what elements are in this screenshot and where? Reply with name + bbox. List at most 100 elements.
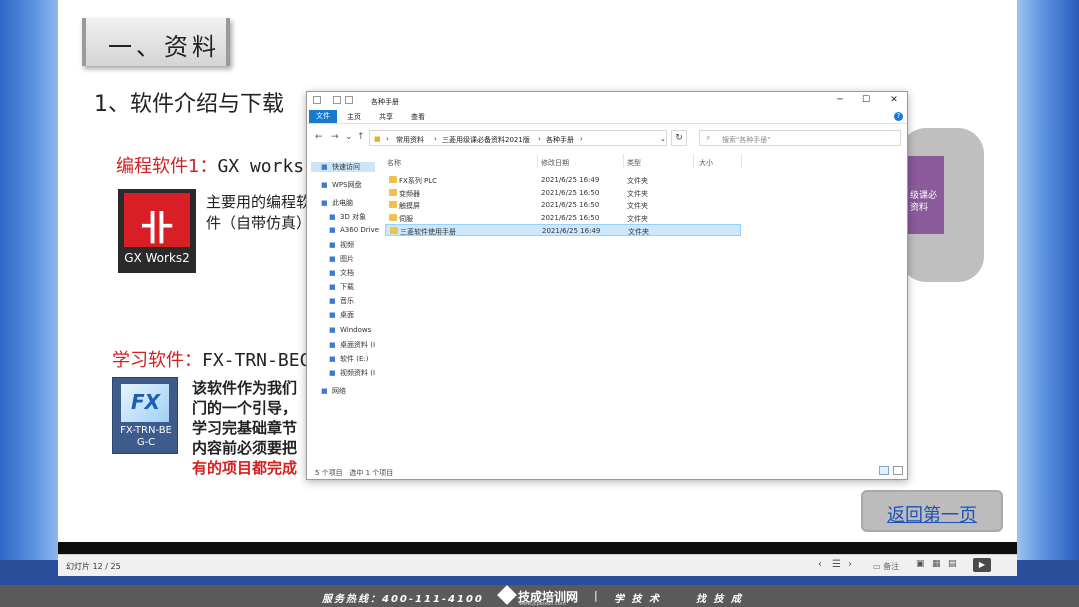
file-name: 伺服 (399, 214, 413, 223)
nav-item[interactable]: ■ A360 Drive (329, 226, 379, 234)
nav-item[interactable]: ■ Windows (329, 326, 371, 334)
forward-arrow-icon[interactable]: → (331, 132, 339, 142)
desktop-icon: ■ (329, 311, 336, 319)
back-arrow-icon[interactable]: ← (315, 132, 323, 142)
file-row[interactable]: 变频器 2021/6/25 16:50 文件夹 (385, 187, 741, 199)
address-dropdown-icon[interactable]: ⌄ (660, 135, 666, 143)
brand-url: www.jcpeixun.com (519, 601, 566, 607)
explorer-address-bar: ← → ⌄ ↑ ■ › 常用资料 › 三菱用级课必备资料2021版 › 各种手册… (307, 127, 907, 149)
computer-icon: ■ (321, 199, 328, 207)
properties-icon[interactable] (333, 96, 341, 104)
ribbon-tab-home[interactable]: 主页 (347, 112, 361, 122)
software2-heading-name: FX-TRN-BEC (202, 350, 311, 371)
fx-trn-logo: FX (121, 384, 169, 422)
software2-description: 该软件作为我们 门的一个引导， 学习完基础章节 内容前必须要把 有的项目都完成 (192, 378, 297, 478)
menu-icon[interactable]: ☰ (832, 559, 841, 570)
software2-desc-line: 内容前必须要把 (192, 439, 298, 457)
file-row[interactable]: 伺服 2021/6/25 16:50 文件夹 (385, 212, 741, 224)
fx-trn-bec-icon[interactable]: FX FX-TRN-BE G-C (112, 377, 178, 454)
gx-works2-logo: 卝 (124, 193, 190, 249)
minimize-icon[interactable]: ─ (833, 95, 847, 107)
nav-item[interactable]: ■ 视频 (329, 240, 354, 250)
status-item-count: 5 个项目 选中 1 个项目 (315, 468, 393, 478)
previous-slide-icon[interactable]: ‹ (818, 559, 822, 570)
software1-desc-line: 主要用的编程软 (206, 193, 312, 211)
column-header-name[interactable]: 名称 (387, 158, 401, 168)
fx-trn-label-line: FX-TRN-BE (120, 425, 172, 436)
notes-button[interactable]: ▭ 备注 (873, 561, 899, 572)
column-header-size[interactable]: 大小 (699, 158, 713, 168)
details-view-icon[interactable] (879, 466, 889, 475)
gx-works2-icon[interactable]: 卝 GX Works2 (118, 189, 196, 273)
nav-item[interactable]: ■ 文档 (329, 268, 354, 278)
music-icon: ■ (329, 297, 336, 305)
column-separator (623, 154, 624, 168)
nav-item-label: 此电脑 (332, 199, 353, 207)
drive-icon: ■ (329, 355, 336, 363)
normal-view-icon[interactable]: ▣ (916, 559, 925, 569)
refresh-icon[interactable]: ↻ (671, 130, 687, 146)
file-row[interactable]: FX系列 PLC 2021/6/25 16:49 文件夹 (385, 174, 741, 186)
nav-item[interactable]: ■ 桌面 (329, 310, 354, 320)
ribbon-tab-file[interactable]: 文件 (309, 110, 337, 123)
folder-thumbnail[interactable]: 级课必 资料 (908, 156, 944, 234)
slogan-learn: 学 技 术 (614, 594, 661, 605)
gx-works2-label: GX Works2 (124, 251, 190, 265)
folder-icon (390, 227, 398, 234)
nav-item[interactable]: ■ 下载 (329, 282, 354, 292)
slide-sorter-icon[interactable]: ▦ (932, 559, 941, 569)
nav-item[interactable]: ■ 3D 对象 (329, 212, 366, 222)
nav-item[interactable]: ■ 桌面资料 (I (329, 340, 375, 350)
nav-item[interactable]: ■ 此电脑 (321, 198, 353, 208)
folder-icon (389, 176, 397, 183)
file-row[interactable]: 触摸屏 2021/6/25 16:50 文件夹 (385, 199, 741, 211)
explorer-ribbon: 文件 主页 共享 查看 ? (307, 110, 907, 124)
address-input[interactable]: ■ › 常用资料 › 三菱用级课必备资料2021版 › 各种手册 › ⌄ (369, 130, 667, 146)
recent-dropdown-icon[interactable]: ⌄ (345, 132, 353, 142)
large-icons-view-icon[interactable] (893, 466, 903, 475)
nav-item[interactable]: ■ 视频资料 (I (329, 368, 375, 378)
breadcrumb-item[interactable]: 常用资料 (396, 135, 424, 145)
nav-item[interactable]: ■ 软件 (E:) (329, 354, 368, 364)
notes-label: 备注 (883, 562, 900, 571)
file-type: 文件夹 (627, 202, 648, 210)
next-slide-icon[interactable]: › (848, 559, 852, 570)
quick-access-folder-icon[interactable] (313, 96, 321, 104)
ribbon-tab-view[interactable]: 查看 (411, 112, 425, 122)
slide-title: 一、资料 (108, 33, 220, 61)
file-explorer-window[interactable]: 各种手册 ─ ☐ ✕ 文件 主页 共享 查看 ? ← → ⌄ ↑ ■ › 常用资… (306, 91, 908, 480)
new-folder-icon[interactable] (345, 96, 353, 104)
slideshow-play-icon[interactable]: ▶ (973, 558, 991, 572)
column-header-type[interactable]: 类型 (627, 158, 641, 168)
document-icon: ■ (329, 269, 336, 277)
breadcrumb-item[interactable]: 三菱用级课必备资料2021版 (442, 135, 530, 145)
ribbon-tab-share[interactable]: 共享 (379, 112, 393, 122)
breadcrumb-item[interactable]: 各种手册 (546, 135, 574, 145)
software2-desc-line: 该软件作为我们 (192, 379, 298, 397)
nav-item[interactable]: ■ 音乐 (329, 296, 354, 306)
bottom-banner: 服务热线：400-111-4100 技成培训网 www.jcpeixun.com… (0, 585, 1079, 607)
up-arrow-icon[interactable]: ↑ (357, 132, 365, 142)
nav-item-label: 视频资料 (I (340, 369, 376, 377)
fx-trn-label-line: G-C (136, 437, 156, 448)
nav-item-label: WPS网盘 (332, 181, 362, 189)
back-to-first-page-label: 返回第一页 (887, 505, 977, 526)
back-to-first-page-button[interactable]: 返回第一页 (861, 490, 1003, 532)
reading-view-icon[interactable]: ▤ (948, 559, 957, 569)
status-count: 5 个项目 (315, 469, 343, 477)
nav-item-label: 桌面资料 (I (340, 341, 376, 349)
nav-item[interactable]: ■ WPS网盘 (321, 180, 362, 190)
explorer-titlebar: 各种手册 ─ ☐ ✕ (307, 92, 907, 110)
column-header-date[interactable]: 修改日期 (541, 158, 569, 168)
file-row[interactable]: 三菱软件使用手册 2021/6/25 16:49 文件夹 (385, 224, 741, 236)
maximize-icon[interactable]: ☐ (859, 95, 873, 107)
file-name: 三菱软件使用手册 (400, 228, 456, 236)
search-input[interactable]: ⌕ 搜索"各种手册" (699, 130, 901, 146)
nav-item[interactable]: ■ 图片 (329, 254, 354, 264)
file-name: 变频器 (399, 189, 420, 198)
close-icon[interactable]: ✕ (887, 95, 901, 107)
star-icon: ■ (321, 163, 328, 171)
help-icon[interactable]: ? (894, 112, 903, 121)
nav-item[interactable]: ■ 网络 (321, 386, 346, 396)
nav-item[interactable]: ■ 快速访问 (311, 162, 375, 172)
